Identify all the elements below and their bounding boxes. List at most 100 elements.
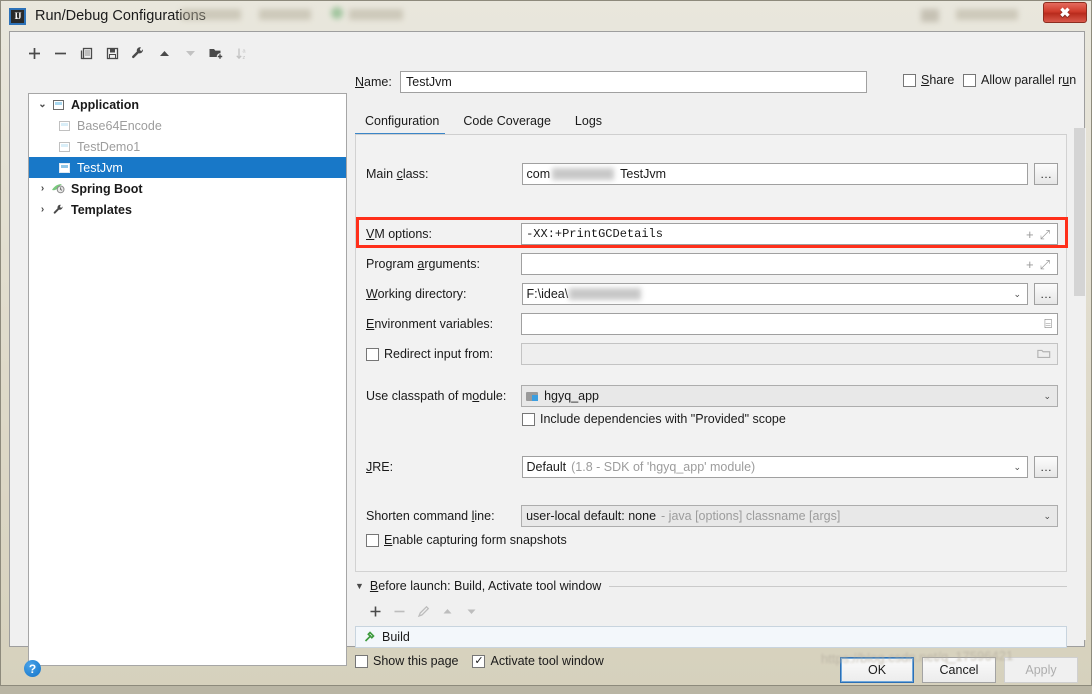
share-label: Share bbox=[921, 73, 954, 87]
tree-node-base64encode[interactable]: Base64Encode bbox=[29, 115, 346, 136]
expand-editor-icon[interactable]: ⤢ bbox=[1040, 258, 1050, 271]
intellij-idea-icon: IJ bbox=[9, 8, 26, 25]
include-provided-scope-label: Include dependencies with "Provided" sco… bbox=[540, 412, 786, 426]
move-down-icon[interactable] bbox=[178, 41, 202, 65]
tree-node-spring-boot[interactable]: › Spring Boot bbox=[29, 178, 346, 199]
main-class-label: Main class: bbox=[366, 167, 522, 181]
tab-label: Code Coverage bbox=[463, 114, 551, 128]
move-task-down-icon[interactable] bbox=[461, 601, 481, 621]
close-glyph: ✖ bbox=[1060, 5, 1071, 21]
new-folder-icon[interactable] bbox=[204, 41, 228, 65]
include-provided-scope-checkbox[interactable]: Include dependencies with "Provided" sco… bbox=[522, 412, 786, 426]
chevron-down-icon[interactable]: ⌄ bbox=[1043, 391, 1053, 402]
ellipsis-icon: … bbox=[1040, 288, 1052, 300]
checkbox-box[interactable] bbox=[522, 413, 535, 426]
close-icon[interactable]: ✖ bbox=[1043, 2, 1087, 23]
tab-logs[interactable]: Logs bbox=[565, 114, 616, 135]
help-icon[interactable]: ? bbox=[24, 660, 41, 677]
ellipsis-icon: … bbox=[1040, 461, 1052, 473]
tab-configuration[interactable]: Configuration bbox=[355, 114, 453, 135]
enable-capturing-snapshots-label: Enable capturing form snapshots bbox=[384, 533, 567, 547]
chevron-down-icon[interactable]: ▼ bbox=[355, 581, 364, 591]
folder-icon bbox=[1037, 347, 1053, 362]
application-icon bbox=[56, 142, 73, 152]
checkbox-box[interactable] bbox=[366, 534, 379, 547]
working-directory-browse-button[interactable]: … bbox=[1034, 283, 1058, 305]
chevron-right-icon[interactable]: › bbox=[35, 183, 50, 194]
redirect-input-checkbox[interactable]: Redirect input from: bbox=[366, 347, 521, 361]
enable-capturing-snapshots-checkbox[interactable]: Enable capturing form snapshots bbox=[366, 533, 567, 547]
tree-node-label: TestJvm bbox=[77, 161, 123, 175]
environment-variables-editor-icon[interactable]: ⌸ bbox=[1044, 316, 1053, 332]
program-arguments-input[interactable]: + ⤢ bbox=[521, 253, 1058, 275]
jre-browse-button[interactable]: … bbox=[1034, 456, 1058, 478]
classpath-module-value: hgyq_app bbox=[544, 389, 599, 403]
remove-configuration-icon[interactable] bbox=[48, 41, 72, 65]
working-directory-value: F:\idea\ bbox=[527, 287, 569, 301]
save-configuration-icon[interactable] bbox=[100, 41, 124, 65]
jre-label: JRE: bbox=[366, 460, 522, 474]
sort-alphabetically-icon[interactable]: a z bbox=[230, 41, 254, 65]
jre-combo[interactable]: Default (1.8 - SDK of 'hgyq_app' module)… bbox=[522, 456, 1029, 478]
chevron-down-icon[interactable]: ⌄ bbox=[1014, 289, 1024, 300]
move-task-up-icon[interactable] bbox=[437, 601, 457, 621]
vm-options-input[interactable]: -XX:+PrintGCDetails + ⤢ bbox=[521, 223, 1058, 245]
tree-node-testdemo1[interactable]: TestDemo1 bbox=[29, 136, 346, 157]
main-class-browse-button[interactable]: … bbox=[1034, 163, 1058, 185]
name-input[interactable] bbox=[400, 71, 867, 93]
classpath-module-label: Use classpath of module: bbox=[366, 389, 521, 403]
tree-node-testjvm[interactable]: TestJvm bbox=[29, 157, 346, 178]
working-directory-label: Working directory: bbox=[366, 287, 522, 301]
vm-options-label: VM options: bbox=[366, 227, 521, 241]
chevron-down-icon[interactable]: ⌄ bbox=[35, 99, 50, 110]
add-task-icon[interactable] bbox=[365, 601, 385, 621]
task-label: Build bbox=[382, 630, 410, 644]
classpath-module-combo[interactable]: hgyq_app ⌄ bbox=[521, 385, 1058, 407]
before-launch-header[interactable]: ▼ Before launch: Build, Activate tool wi… bbox=[355, 578, 1067, 594]
edit-templates-wrench-icon[interactable] bbox=[126, 41, 150, 65]
background-artifact bbox=[181, 9, 241, 20]
insert-macro-icon[interactable]: + bbox=[1026, 258, 1034, 271]
tree-node-label: Base64Encode bbox=[77, 119, 162, 133]
tab-code-coverage[interactable]: Code Coverage bbox=[453, 114, 565, 135]
chevron-down-icon[interactable]: ⌄ bbox=[1014, 462, 1024, 473]
jre-value-hint: (1.8 - SDK of 'hgyq_app' module) bbox=[571, 460, 755, 474]
allow-parallel-run-checkbox[interactable]: Allow parallel run bbox=[963, 73, 1076, 87]
before-launch-task-list[interactable]: Build bbox=[355, 626, 1067, 648]
checkbox-box[interactable] bbox=[366, 348, 379, 361]
main-class-input[interactable]: comTestJvm bbox=[522, 163, 1029, 185]
redirect-input-field bbox=[521, 343, 1058, 365]
add-configuration-icon[interactable] bbox=[22, 41, 46, 65]
expand-editor-icon[interactable]: ⤢ bbox=[1040, 228, 1050, 241]
before-launch-title: Before launch: Build, Activate tool wind… bbox=[370, 579, 601, 593]
watermark: https://blog.csdn.net/q_17596421 bbox=[821, 647, 1081, 674]
shorten-command-line-hint: - java [options] classname [args] bbox=[661, 509, 840, 523]
shorten-command-line-combo[interactable]: user-local default: none - java [options… bbox=[521, 505, 1058, 527]
tree-node-templates[interactable]: › Templates bbox=[29, 199, 346, 220]
tab-label: Configuration bbox=[365, 114, 439, 128]
remove-task-icon[interactable] bbox=[389, 601, 409, 621]
scrollbar-thumb[interactable] bbox=[1074, 128, 1085, 296]
application-icon bbox=[50, 100, 67, 110]
main-class-value-suffix: TestJvm bbox=[620, 167, 666, 181]
redacted-path-segment bbox=[569, 288, 641, 300]
redacted-package-segment bbox=[552, 168, 614, 180]
environment-variables-input[interactable]: ⌸ bbox=[521, 313, 1058, 335]
working-directory-input[interactable]: F:\idea\ ⌄ bbox=[522, 283, 1029, 305]
share-checkbox[interactable]: Share bbox=[903, 73, 954, 87]
configuration-form: Main class: comTestJvm … VM options: bbox=[355, 135, 1067, 572]
tree-node-label: Application bbox=[71, 98, 139, 112]
checkbox-box[interactable] bbox=[963, 74, 976, 87]
tree-node-application[interactable]: ⌄ Application bbox=[29, 94, 346, 115]
move-up-icon[interactable] bbox=[152, 41, 176, 65]
checkbox-box[interactable] bbox=[903, 74, 916, 87]
insert-macro-icon[interactable]: + bbox=[1026, 228, 1034, 241]
svg-text:z: z bbox=[242, 54, 245, 60]
edit-task-pencil-icon[interactable] bbox=[413, 601, 433, 621]
spring-boot-icon bbox=[50, 182, 67, 195]
copy-configuration-icon[interactable] bbox=[74, 41, 98, 65]
chevron-down-icon[interactable]: ⌄ bbox=[1043, 511, 1053, 522]
background-artifact bbox=[956, 9, 1018, 20]
configurations-tree[interactable]: ⌄ Application Base64Encode TestDemo1 Tes… bbox=[28, 93, 347, 666]
chevron-right-icon[interactable]: › bbox=[35, 204, 50, 215]
